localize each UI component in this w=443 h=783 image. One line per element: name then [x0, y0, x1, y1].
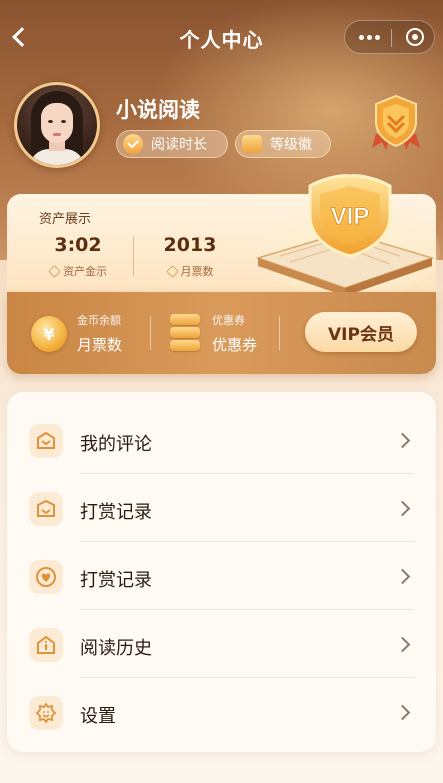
- close-target-icon[interactable]: [406, 28, 424, 46]
- chevron-right-icon: [394, 500, 411, 517]
- dot-icon: [359, 35, 364, 40]
- wallet-bar: ¥ 金币余额 月票数 优惠券 优惠券 VIP会员: [7, 292, 436, 374]
- username: 小说阅读: [116, 98, 200, 122]
- stat-value: 3:02: [54, 234, 102, 256]
- ticket-icon: [165, 264, 179, 278]
- asset-stat[interactable]: 3:02 资产金示: [35, 234, 121, 279]
- menu-item-label: 阅读历史: [80, 638, 152, 659]
- book-house-icon: [29, 628, 63, 662]
- heart-icon: [29, 560, 63, 594]
- menu-item-settings[interactable]: 设置: [7, 678, 436, 746]
- coupon-stack-icon: [168, 314, 202, 352]
- tag-label: 阅读时长: [151, 137, 207, 153]
- vip-member-button[interactable]: VIP会员: [305, 312, 417, 352]
- dot-icon: [367, 35, 372, 40]
- comment-envelope-icon: [29, 424, 63, 458]
- coupon-caption: 优惠券: [212, 314, 245, 327]
- tag-reading-time[interactable]: 阅读时长: [116, 130, 228, 158]
- menu-list: 我的评论 打赏记录 打赏记录 阅读历史 设置: [7, 392, 436, 752]
- capsule-divider: [391, 29, 392, 47]
- tag-level-badge[interactable]: 等级徽: [235, 130, 331, 158]
- divider: [150, 316, 151, 350]
- settings-smile-icon: [29, 696, 63, 730]
- coupon-value: 优惠券: [212, 336, 258, 354]
- coin-balance-caption: 金币余额: [77, 314, 121, 327]
- gift-box-icon: [29, 492, 63, 526]
- coin-balance[interactable]: 金币余额 月票数: [77, 312, 122, 355]
- cube-icon: [242, 135, 262, 153]
- chevron-right-icon: [394, 704, 411, 721]
- avatar-eye: [61, 120, 66, 123]
- mini-program-capsule: [344, 20, 435, 54]
- check-coin-icon: [123, 134, 143, 154]
- diamond-icon: [48, 264, 61, 278]
- stat-label: 月票数: [147, 263, 233, 279]
- coin-icon: ¥: [31, 316, 67, 352]
- shield-rank-badge-icon[interactable]: [370, 94, 422, 152]
- dot-icon: [375, 35, 380, 40]
- nav-bar: 个人中心: [0, 0, 443, 72]
- menu-item-my-comments[interactable]: 我的评论: [7, 406, 436, 474]
- avatar-face: [41, 103, 73, 143]
- stat-label: 资产金示: [35, 263, 121, 279]
- vip-art-label: VIP: [331, 203, 370, 230]
- menu-item-label: 设置: [80, 706, 116, 727]
- chevron-right-icon: [394, 432, 411, 449]
- tag-label: 等级徽: [270, 137, 312, 153]
- chevron-right-icon: [394, 568, 411, 585]
- menu-item-reward-records-2[interactable]: 打赏记录: [7, 542, 436, 610]
- coupon[interactable]: 优惠券 优惠券: [212, 312, 257, 355]
- menu-item-reward-records[interactable]: 打赏记录: [7, 474, 436, 542]
- menu-item-label: 我的评论: [80, 434, 152, 455]
- asset-stat[interactable]: 2013 月票数: [147, 234, 233, 279]
- vip-book-illustration: VIP: [255, 174, 440, 300]
- menu-item-label: 打赏记录: [80, 570, 152, 591]
- divider: [279, 316, 280, 350]
- avatar-photo: [17, 85, 97, 165]
- asset-title: 资产展示: [39, 212, 92, 227]
- avatar-eye: [48, 120, 53, 123]
- menu-item-reading-history[interactable]: 阅读历史: [7, 610, 436, 678]
- coin-balance-value: 月票数: [77, 336, 123, 354]
- more-button[interactable]: [359, 35, 381, 41]
- chevron-right-icon: [394, 636, 411, 653]
- avatar[interactable]: [14, 82, 100, 168]
- avatar-lip: [53, 133, 61, 136]
- stat-value: 2013: [163, 234, 217, 256]
- divider: [133, 236, 134, 276]
- menu-item-label: 打赏记录: [80, 502, 152, 523]
